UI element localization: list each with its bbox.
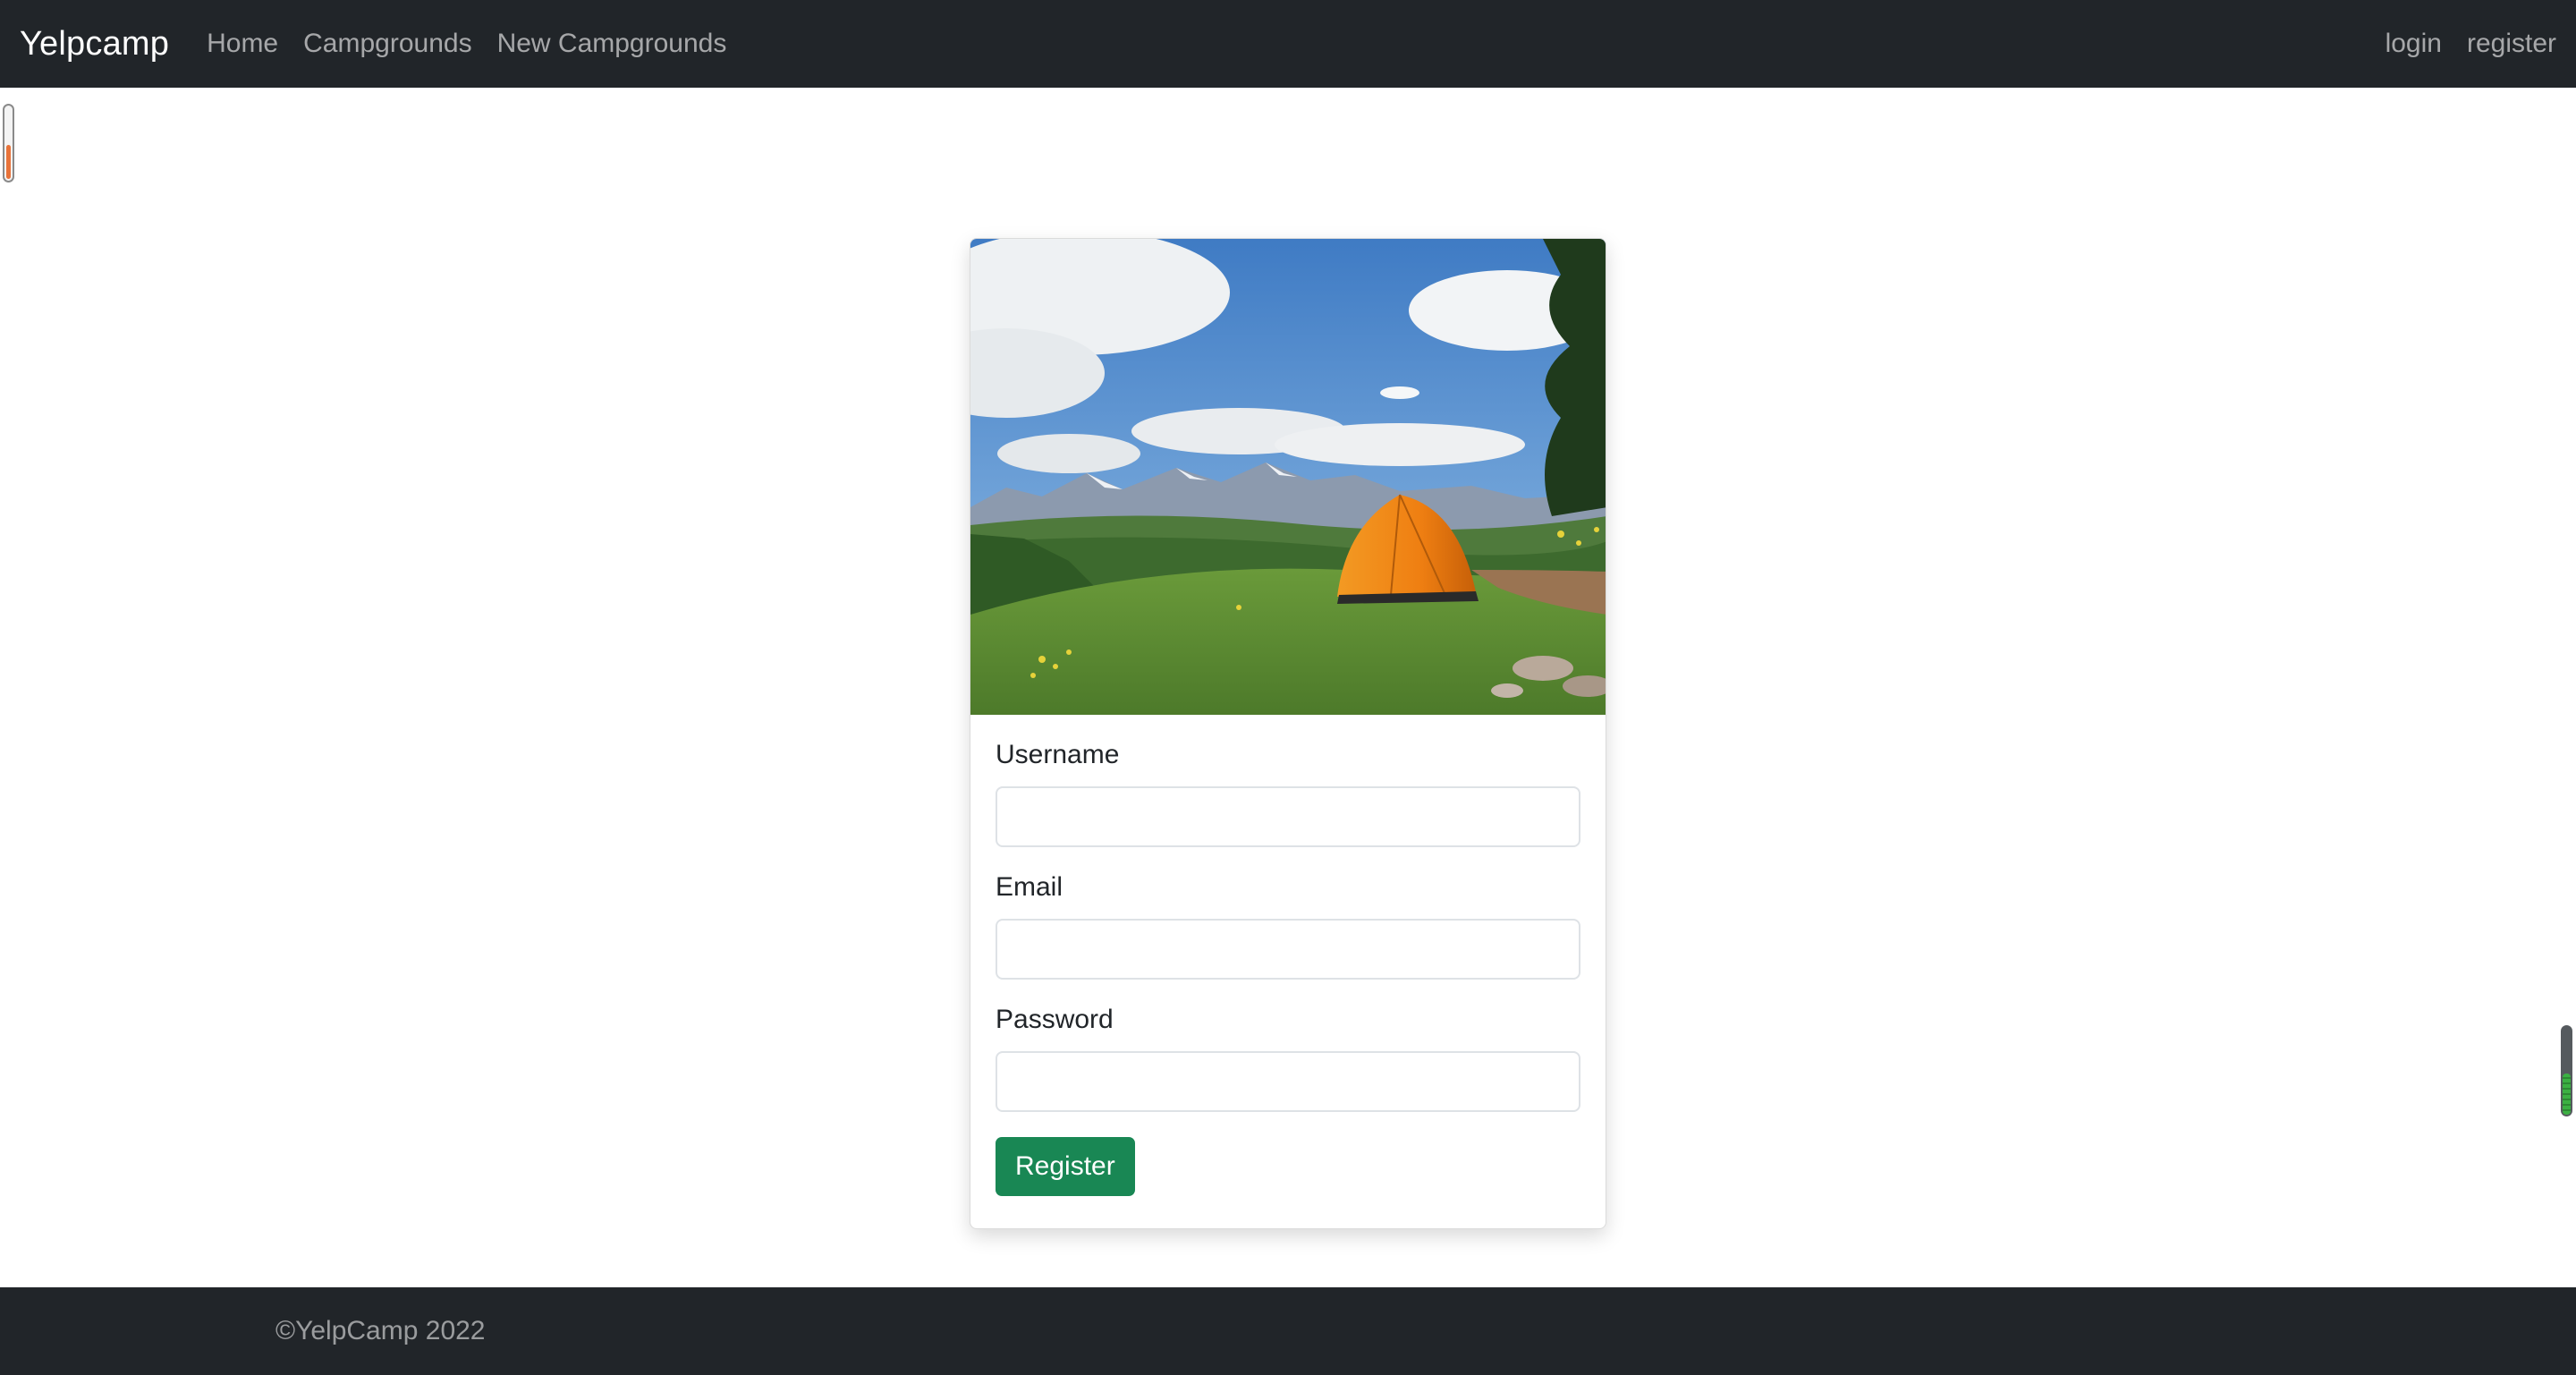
nav-link-campgrounds[interactable]: Campgrounds	[303, 29, 471, 59]
right-gauge-fill	[2563, 1074, 2571, 1115]
brand-link[interactable]: Yelpcamp	[20, 25, 169, 64]
nav-link-new-campgrounds[interactable]: New Campgrounds	[497, 29, 727, 59]
email-input[interactable]	[996, 919, 1580, 980]
nav-links: Home Campgrounds New Campgrounds	[207, 29, 751, 59]
left-level-gauge[interactable]	[3, 104, 14, 182]
footer-copyright: ©YelpCamp 2022	[275, 1316, 486, 1345]
password-input[interactable]	[996, 1051, 1580, 1112]
nav-auth-links: login register	[2360, 29, 2556, 59]
register-form: Username Email Password Register	[970, 715, 1606, 1196]
email-label: Email	[996, 872, 1063, 902]
campground-photo	[970, 239, 1606, 715]
navbar: Yelpcamp Home Campgrounds New Campground…	[0, 0, 2576, 88]
nav-link-login[interactable]: login	[2385, 29, 2442, 59]
username-group: Username	[996, 740, 1580, 847]
nav-link-home[interactable]: Home	[207, 29, 278, 59]
nav-link-register[interactable]: register	[2467, 29, 2556, 59]
password-group: Password	[996, 1005, 1580, 1112]
email-group: Email	[996, 872, 1580, 980]
password-label: Password	[996, 1005, 1114, 1034]
register-card: Username Email Password Register	[970, 238, 1606, 1229]
left-gauge-fill	[6, 145, 11, 179]
username-label: Username	[996, 740, 1120, 769]
username-input[interactable]	[996, 786, 1580, 847]
right-level-gauge[interactable]	[2561, 1025, 2572, 1116]
register-button[interactable]: Register	[996, 1137, 1135, 1196]
footer: ©YelpCamp 2022	[0, 1287, 2576, 1375]
